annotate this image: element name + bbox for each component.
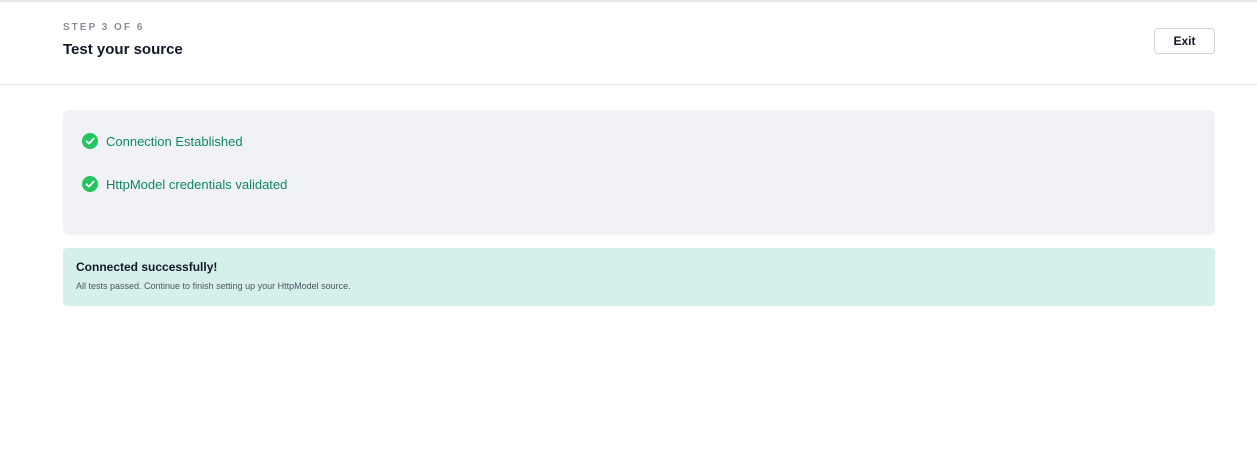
check-label: Connection Established	[106, 133, 243, 149]
page-title: Test your source	[63, 41, 183, 58]
test-checks-panel: Connection Established HttpModel credent…	[63, 110, 1215, 235]
check-label: HttpModel credentials validated	[106, 176, 288, 192]
success-title: Connected successfully!	[76, 260, 218, 274]
check-circle-icon	[82, 176, 98, 192]
exit-button[interactable]: Exit	[1154, 28, 1215, 54]
success-banner: Connected successfully! All tests passed…	[63, 248, 1215, 306]
check-item-connection: Connection Established	[82, 132, 243, 150]
check-item-credentials: HttpModel credentials validated	[82, 175, 287, 193]
success-message: All tests passed. Continue to finish set…	[76, 281, 351, 291]
page-header: STEP 3 OF 6 Test your source Exit	[0, 2, 1257, 85]
step-indicator: STEP 3 OF 6	[63, 22, 145, 33]
check-circle-icon	[82, 133, 98, 149]
